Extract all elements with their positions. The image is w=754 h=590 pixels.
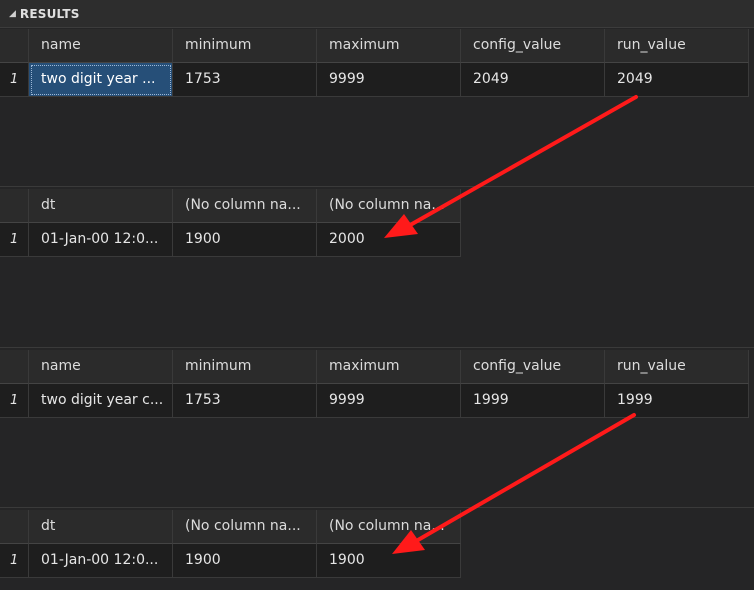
table-cell[interactable]: 2000 [317,223,461,257]
table-cell[interactable]: 1900 [173,544,317,578]
row-number[interactable]: 1 [0,63,29,97]
table-cell[interactable]: 9999 [317,63,461,97]
column-header[interactable]: (No column na... [173,510,317,544]
column-header[interactable]: (No column na... [317,189,461,223]
column-header[interactable]: config_value [461,29,605,63]
column-header[interactable]: (No column na... [173,189,317,223]
row-header-corner[interactable] [0,29,29,63]
row-number[interactable]: 1 [0,544,29,578]
table-cell[interactable]: two digit year c... [29,384,173,418]
row-header-corner[interactable] [0,510,29,544]
column-header[interactable]: minimum [173,29,317,63]
table-cell[interactable]: 1753 [173,63,317,97]
column-header[interactable]: dt [29,189,173,223]
column-header[interactable]: config_value [461,350,605,384]
table-cell[interactable]: 9999 [317,384,461,418]
column-header[interactable]: run_value [605,29,749,63]
table-cell-selected[interactable]: two digit year ... [29,63,173,97]
grid-divider [0,347,754,348]
results-panel-header[interactable]: ◢ RESULTS [0,0,754,28]
column-header[interactable]: minimum [173,350,317,384]
column-header[interactable]: run_value [605,350,749,384]
table-cell[interactable]: 1900 [173,223,317,257]
row-header-corner[interactable] [0,189,29,223]
table-cell[interactable]: 2049 [461,63,605,97]
column-header[interactable]: name [29,29,173,63]
table-cell[interactable]: 01-Jan-00 12:0... [29,544,173,578]
table-cell[interactable]: 1999 [461,384,605,418]
row-number[interactable]: 1 [0,223,29,257]
table-cell[interactable]: 1900 [317,544,461,578]
table-cell[interactable]: 2049 [605,63,749,97]
column-header[interactable]: (No column na... [317,510,461,544]
collapse-triangle-icon[interactable]: ◢ [9,9,16,19]
table-cell[interactable]: 1753 [173,384,317,418]
results-title: RESULTS [19,6,80,21]
table-cell[interactable]: 01-Jan-00 12:0... [29,223,173,257]
column-header[interactable]: dt [29,510,173,544]
row-header-corner[interactable] [0,350,29,384]
grid-divider [0,507,754,508]
column-header[interactable]: maximum [317,29,461,63]
table-cell[interactable]: 1999 [605,384,749,418]
column-header[interactable]: maximum [317,350,461,384]
row-number[interactable]: 1 [0,384,29,418]
column-header[interactable]: name [29,350,173,384]
grid-divider [0,186,754,187]
